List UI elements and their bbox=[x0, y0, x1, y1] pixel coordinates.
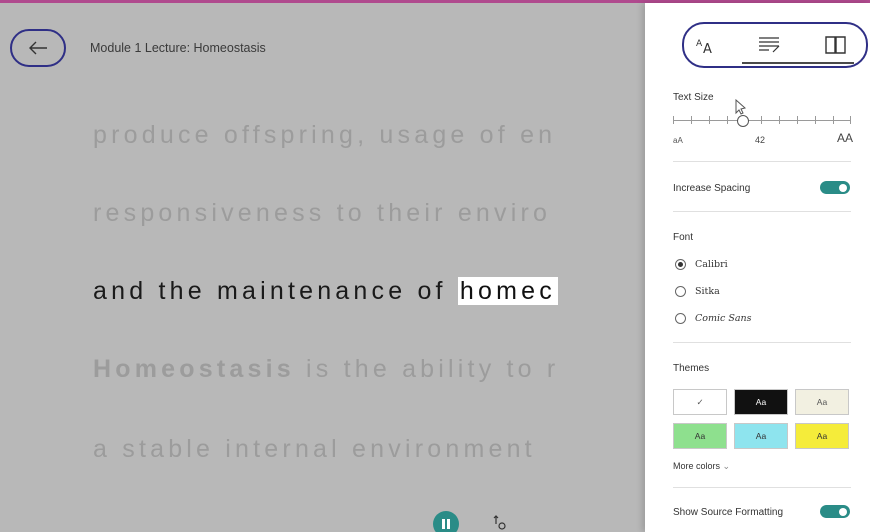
settings-panel: AA Text Size aA 42 AA Increase Spacing F… bbox=[645, 3, 870, 532]
text-size-icon: AA bbox=[696, 39, 712, 57]
slider-tick bbox=[797, 116, 798, 124]
font-option-sitka[interactable]: Sitka bbox=[675, 286, 720, 297]
pause-button[interactable] bbox=[433, 511, 459, 532]
show-source-formatting-toggle[interactable] bbox=[820, 505, 850, 518]
slider-tick bbox=[691, 116, 692, 124]
chevron-down-icon: ⌄ bbox=[722, 461, 731, 471]
reader-line: Homeostasis is the ability to r bbox=[93, 355, 559, 384]
slider-tick bbox=[779, 116, 780, 124]
slider-tick bbox=[850, 116, 851, 124]
theme-swatch-yellow[interactable]: Aa bbox=[795, 423, 849, 449]
theme-swatch-black[interactable]: Aa bbox=[734, 389, 788, 415]
divider bbox=[673, 342, 851, 343]
voice-settings-icon[interactable] bbox=[490, 513, 510, 532]
small-text-icon: aA bbox=[673, 136, 683, 145]
toggle-knob bbox=[839, 183, 847, 192]
reader-view: Module 1 Lecture: Homeostasis produce of… bbox=[0, 3, 645, 532]
slider-tick bbox=[833, 116, 834, 124]
bold-term: Homeostasis bbox=[93, 355, 295, 383]
theme-swatch-white[interactable]: ✓ bbox=[673, 389, 727, 415]
reader-line: produce offspring, usage of en bbox=[93, 121, 557, 149]
book-icon bbox=[825, 36, 846, 54]
divider bbox=[673, 161, 851, 162]
tab-underline bbox=[742, 62, 854, 64]
font-option-comic-sans[interactable]: Comic Sans bbox=[675, 313, 752, 324]
slider-tick bbox=[761, 116, 762, 124]
slider-tick bbox=[727, 116, 728, 124]
reader-line: a stable internal environment bbox=[93, 435, 536, 463]
divider bbox=[673, 487, 851, 488]
reader-line-text: is the ability to r bbox=[294, 355, 560, 383]
svg-text:A: A bbox=[696, 39, 703, 49]
toggle-knob bbox=[839, 507, 847, 516]
pause-icon bbox=[442, 519, 450, 529]
text-size-label: Text Size bbox=[673, 92, 714, 103]
arrow-left-icon bbox=[29, 41, 47, 55]
tab-grammar-options[interactable] bbox=[756, 33, 784, 57]
text-size-value: 42 bbox=[755, 135, 766, 145]
themes-label: Themes bbox=[673, 363, 710, 374]
mouse-cursor-icon bbox=[735, 99, 747, 115]
divider bbox=[673, 211, 851, 212]
back-button[interactable] bbox=[10, 29, 66, 67]
slider-tick bbox=[709, 116, 710, 124]
theme-swatch-cream[interactable]: Aa bbox=[795, 389, 849, 415]
tab-text-preferences[interactable]: AA bbox=[694, 33, 722, 57]
more-colors-button[interactable]: More colors ⌄ bbox=[673, 461, 730, 472]
theme-swatch-green[interactable]: Aa bbox=[673, 423, 727, 449]
font-label: Font bbox=[673, 232, 694, 243]
font-option-calibri[interactable]: Calibri bbox=[675, 259, 728, 270]
reader-line: responsiveness to their enviro bbox=[93, 199, 552, 227]
radio-selected bbox=[675, 259, 686, 270]
highlighted-word: homec bbox=[457, 277, 558, 305]
increase-spacing-label: Increase Spacing bbox=[673, 183, 751, 194]
radio-unselected bbox=[675, 286, 686, 297]
reader-line-active: and the maintenance of homec bbox=[93, 277, 558, 306]
increase-spacing-toggle[interactable] bbox=[820, 181, 850, 194]
reader-line-text: and the maintenance of bbox=[93, 277, 458, 305]
slider-track bbox=[673, 120, 851, 121]
grammar-lines-icon bbox=[759, 37, 780, 53]
large-text-icon: AA bbox=[837, 131, 854, 145]
radio-unselected bbox=[675, 313, 686, 324]
tab-reading-preferences[interactable] bbox=[822, 33, 850, 57]
slider-tick bbox=[815, 116, 816, 124]
slider-thumb[interactable] bbox=[737, 115, 750, 127]
font-option-label: Comic Sans bbox=[695, 313, 752, 324]
font-option-label: Calibri bbox=[695, 259, 728, 270]
slider-tick bbox=[673, 116, 674, 124]
text-size-slider[interactable] bbox=[673, 115, 851, 127]
more-colors-label: More colors bbox=[673, 461, 721, 471]
document-title: Module 1 Lecture: Homeostasis bbox=[90, 41, 266, 55]
show-source-formatting-label: Show Source Formatting bbox=[673, 507, 784, 518]
panel-tabs: AA bbox=[682, 22, 868, 68]
font-option-label: Sitka bbox=[695, 286, 720, 297]
svg-text:A: A bbox=[703, 42, 712, 57]
theme-swatch-cyan[interactable]: Aa bbox=[734, 423, 788, 449]
